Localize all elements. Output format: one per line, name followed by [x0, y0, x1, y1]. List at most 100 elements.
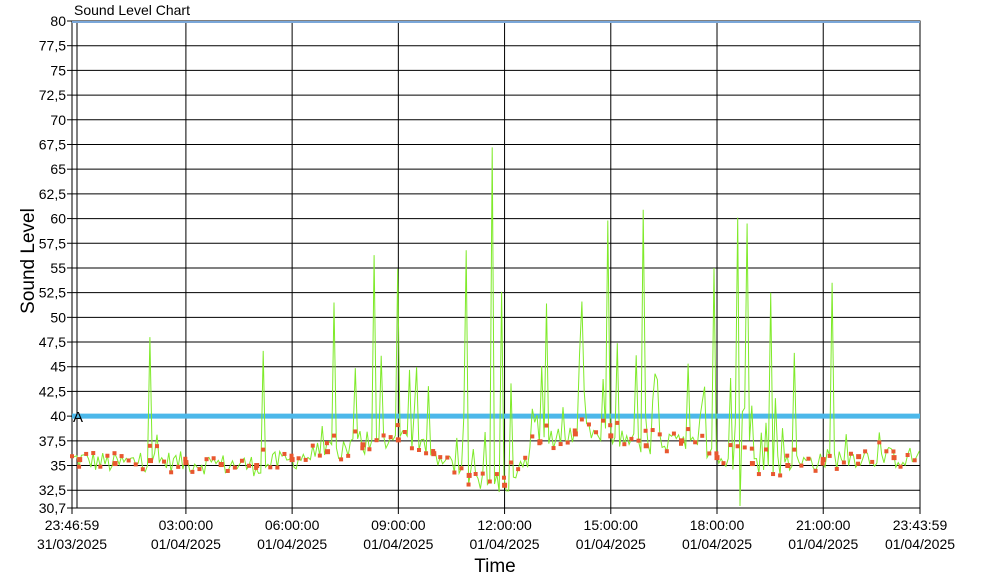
x-tick-date: 01/04/2025: [151, 536, 221, 552]
data-point-marker: [133, 462, 138, 467]
data-point: [325, 449, 331, 455]
data-point-marker: [785, 453, 790, 458]
y-tick-label: 40: [50, 408, 66, 424]
data-point-marker: [239, 458, 244, 463]
data-point-marker: [905, 453, 910, 458]
data-point-marker: [813, 468, 818, 473]
data-point-marker: [523, 455, 528, 460]
data-point-marker: [530, 434, 535, 439]
data-point-marker: [452, 470, 457, 475]
data-point-marker: [594, 430, 599, 435]
y-tick-label: 65: [50, 161, 66, 177]
x-tick-date: 01/04/2025: [788, 536, 858, 552]
data-point-marker: [799, 463, 804, 468]
data-point-marker: [657, 432, 662, 437]
data-point-marker: [303, 457, 308, 462]
x-tick-time: 03:00:00: [159, 517, 214, 533]
data-point-marker: [204, 457, 209, 462]
data-point-marker: [856, 461, 861, 466]
data-point-marker: [912, 458, 917, 463]
data-point-marker: [728, 443, 733, 448]
y-tick-label: 67,5: [39, 136, 66, 152]
data-point-marker: [105, 453, 110, 458]
data-point-marker: [636, 438, 641, 443]
data-point-marker: [126, 458, 131, 463]
data-point-marker: [778, 473, 783, 478]
y-tick-label: 30,7: [39, 500, 66, 516]
data-point-marker: [820, 461, 825, 466]
data-point-marker: [501, 475, 506, 480]
data-point-marker: [261, 447, 266, 452]
data-point-marker: [374, 438, 379, 443]
data-point: [820, 457, 826, 463]
data-point-marker: [565, 440, 570, 445]
data-point-marker: [310, 443, 315, 448]
data-point-marker: [84, 451, 89, 456]
x-tick-time: 21:00:00: [796, 517, 851, 533]
data-point-marker: [671, 431, 676, 436]
data-point-marker: [409, 446, 414, 451]
y-tick-label: 62,5: [39, 186, 66, 202]
reference-line-label: A: [73, 409, 83, 426]
y-tick-label: 32,5: [39, 482, 66, 498]
data-point-marker: [197, 467, 202, 472]
data-point: [749, 461, 755, 467]
data-point-marker: [381, 433, 386, 438]
data-point-marker: [360, 446, 365, 451]
x-tick-date: 01/04/2025: [363, 536, 433, 552]
data-point-marker: [296, 456, 301, 461]
data-point-marker: [353, 429, 358, 434]
data-point-marker: [792, 447, 797, 452]
x-tick-date: 01/04/2025: [257, 536, 327, 552]
data-point-marker: [629, 436, 634, 441]
data-point-marker: [756, 472, 761, 477]
data-point-marker: [70, 454, 74, 459]
data-point: [77, 457, 83, 463]
data-point-marker: [643, 428, 648, 433]
data-point-marker: [388, 435, 393, 440]
data-point-marker: [438, 455, 443, 460]
data-point-marker: [664, 449, 669, 454]
data-point-marker: [112, 451, 117, 456]
data-point-marker: [147, 443, 152, 448]
data-point-marker: [480, 471, 485, 476]
data-point-marker: [551, 446, 556, 451]
data-point-marker: [586, 422, 591, 427]
data-point-marker: [870, 459, 875, 464]
x-tick-date: 01/04/2025: [470, 536, 540, 552]
data-point-marker: [679, 441, 684, 446]
data-point-marker: [771, 472, 776, 477]
data-point-marker: [572, 428, 577, 433]
data-point-marker: [834, 466, 839, 471]
data-point-marker: [416, 447, 421, 452]
data-point: [502, 482, 508, 488]
x-tick-time: 12:00:00: [477, 517, 532, 533]
y-tick-label: 60: [50, 211, 66, 227]
data-point-marker: [169, 470, 174, 475]
y-tick-label: 35: [50, 458, 66, 474]
data-point-marker: [225, 468, 230, 473]
x-tick-date: 01/04/2025: [576, 536, 646, 552]
data-point-marker: [877, 440, 882, 445]
data-point-marker: [848, 451, 853, 456]
data-point-marker: [608, 423, 613, 428]
x-tick-time: 09:00:00: [371, 517, 426, 533]
data-point-marker: [140, 467, 145, 472]
data-point-marker: [700, 433, 705, 438]
data-point: [112, 461, 118, 467]
data-point-marker: [841, 460, 846, 465]
data-point-marker: [707, 451, 712, 456]
data-point-marker: [473, 471, 478, 476]
y-tick-label: 70: [50, 112, 66, 128]
data-point: [856, 454, 862, 460]
data-point-marker: [218, 462, 223, 467]
sound-level-chart: A 80 77,5 75 72,5 70 67,5 65 62,5 60 57,5 55 52,5 50…: [37, 13, 955, 552]
data-point-marker: [509, 460, 514, 465]
data-point-marker: [494, 472, 499, 477]
x-tick-time: 23:46:59: [45, 517, 100, 533]
data-point-marker: [749, 446, 754, 451]
x-tick-date: 01/04/2025: [885, 536, 955, 552]
data-point-marker: [735, 444, 740, 449]
data-point-marker: [183, 456, 188, 461]
data-point-marker: [162, 459, 167, 464]
